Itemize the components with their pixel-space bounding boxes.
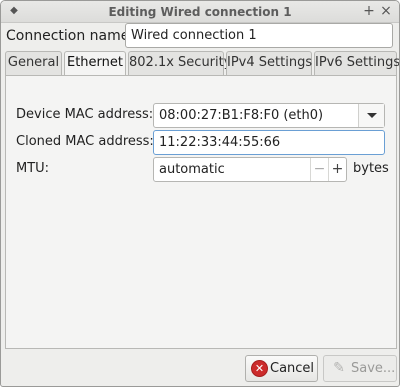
tab-ipv4-settings[interactable]: IPv4 Settings [226, 51, 312, 75]
edit-connection-dialog: ◆ Editing Wired connection 1 + × Connect… [0, 0, 400, 387]
mtu-spinbox[interactable]: automatic − + [153, 157, 347, 182]
cancel-button[interactable]: ✕ Cancel [245, 355, 318, 382]
mtu-value: automatic [159, 162, 225, 177]
device-mac-value: 08:00:27:B1:F8:F0 (eth0) [159, 108, 324, 123]
cancel-icon: ✕ [251, 360, 268, 377]
tab-802-1x-security[interactable]: 802.1x Security [128, 51, 231, 75]
device-mac-combo[interactable]: 08:00:27:B1:F8:F0 (eth0) [153, 103, 385, 128]
maximize-icon[interactable]: + [361, 3, 377, 19]
titlebar: ◆ Editing Wired connection 1 + × [1, 1, 399, 23]
tab-general[interactable]: General [5, 51, 62, 75]
mtu-label: MTU: [16, 161, 50, 176]
cloned-mac-label: Cloned MAC address: [16, 134, 154, 149]
tab-ipv6-settings[interactable]: IPv6 Settings [314, 51, 399, 75]
save-button[interactable]: ✎ Save... [323, 355, 397, 382]
device-mac-label: Device MAC address: [16, 107, 154, 122]
cancel-button-label: Cancel [270, 361, 315, 376]
chevron-down-icon [367, 113, 377, 118]
connection-name-input[interactable]: Wired connection 1 [125, 23, 393, 48]
settings-tabs: General Ethernet 802.1x Security IPv4 Se… [5, 51, 399, 76]
mtu-unit-label: bytes [353, 161, 389, 176]
device-mac-dropdown-button[interactable] [358, 104, 384, 127]
save-button-label: Save... [351, 361, 396, 376]
connection-name-label: Connection name: [6, 28, 135, 44]
mtu-increment-button[interactable]: + [328, 158, 346, 181]
save-icon: ✎ [333, 360, 345, 376]
cloned-mac-input[interactable]: 11:22:33:44:55:66 [153, 130, 385, 155]
close-icon[interactable]: × [378, 3, 394, 19]
tab-ethernet[interactable]: Ethernet [64, 51, 126, 76]
window-title: Editing Wired connection 1 [108, 5, 292, 19]
mtu-decrement-button[interactable]: − [310, 158, 328, 181]
